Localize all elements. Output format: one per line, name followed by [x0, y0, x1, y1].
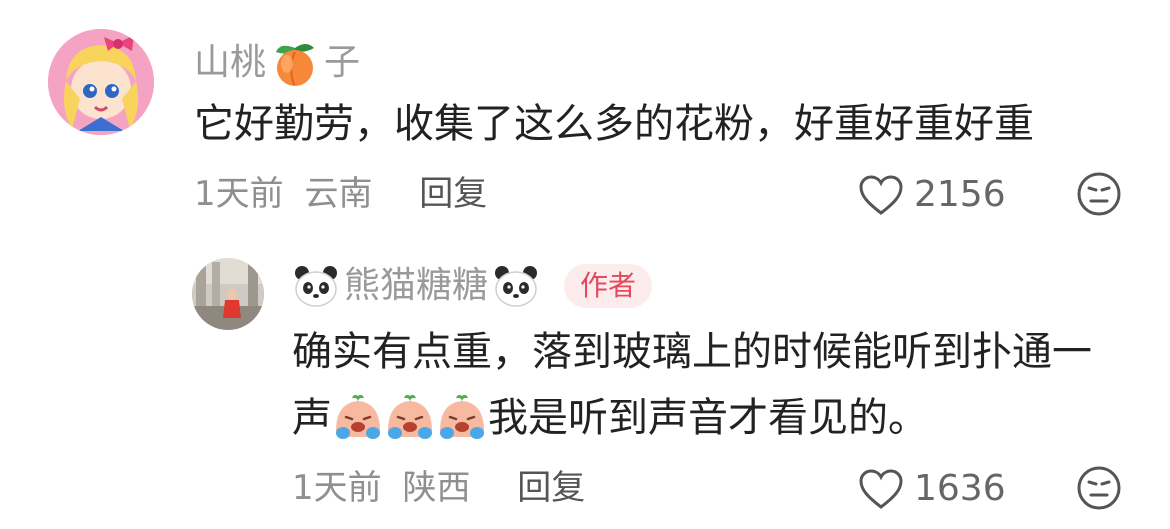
crying-face-icon — [336, 394, 380, 439]
like-button[interactable]: 1636 — [858, 468, 1006, 510]
comment-time: 1天前 — [194, 174, 284, 214]
reply-username[interactable]: 熊猫糖糖 作者 — [292, 264, 653, 308]
heart-icon — [859, 175, 903, 215]
peach-icon — [276, 44, 315, 86]
reply-button[interactable]: 回复 — [517, 468, 585, 508]
crying-face-icon — [440, 394, 484, 439]
comment-username[interactable]: 山桃 子 — [194, 38, 360, 88]
reply-time: 1天前 — [292, 468, 382, 508]
comment-location: 云南 — [304, 174, 373, 214]
dislike-button[interactable] — [1076, 465, 1122, 515]
avatar-photo-icon — [192, 258, 264, 330]
reply-text-line-2: 声 我是听到声音才看见的。 — [292, 394, 928, 441]
like-count: 2156 — [914, 174, 1006, 215]
crying-face-icon — [388, 394, 432, 439]
dislike-button[interactable] — [1076, 171, 1122, 221]
reply-location: 陕西 — [402, 468, 471, 508]
like-button[interactable]: 2156 — [858, 174, 1006, 216]
avatar[interactable] — [48, 29, 154, 135]
avatar[interactable] — [192, 258, 264, 330]
reply-text: 确实有点重，落到玻璃上的时候能听到扑通一 声 我是听到声音才看见的。 — [292, 324, 1152, 446]
like-count: 1636 — [914, 468, 1006, 509]
neutral-face-icon — [1077, 172, 1121, 216]
comment-meta: 1天前 云南 回复 — [194, 174, 487, 214]
avatar-illustration-icon — [48, 29, 154, 135]
comment-text: 它好勤劳，收集了这么多的花粉，好重好重好重 — [194, 101, 1034, 147]
panda-face-icon — [295, 266, 337, 307]
panda-face-icon — [495, 266, 538, 307]
reply-meta: 1天前 陕西 回复 — [292, 468, 585, 508]
author-badge: 作者 — [564, 264, 653, 308]
reply-text-line-1: 确实有点重，落到玻璃上的时候能听到扑通一 — [292, 329, 1092, 375]
reply-button[interactable]: 回复 — [419, 174, 487, 214]
heart-icon — [859, 469, 903, 509]
neutral-face-icon — [1077, 466, 1121, 510]
